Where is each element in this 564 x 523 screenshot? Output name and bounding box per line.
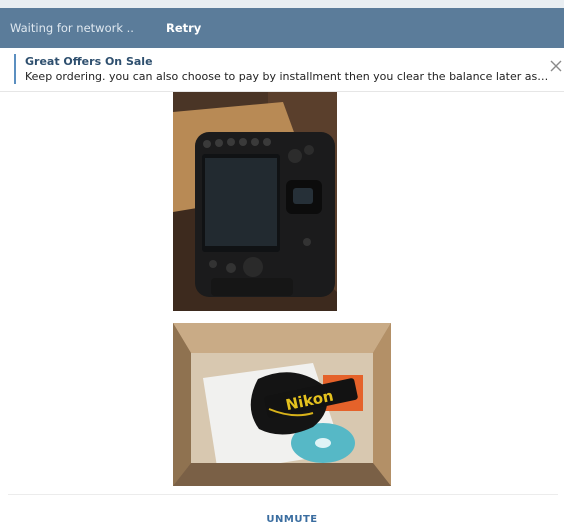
retry-button[interactable]: Retry — [166, 21, 201, 35]
composer-divider — [8, 494, 558, 495]
pinned-message[interactable]: Great Offers On Sale Keep ordering. you … — [0, 48, 564, 92]
photo-camera-back[interactable] — [173, 92, 337, 311]
network-status-text: Waiting for network .. — [10, 21, 134, 35]
photo-camera-strap-box[interactable]: Nikon — [173, 323, 391, 486]
window-top-strip — [0, 0, 564, 8]
pinned-accent-bar — [14, 54, 16, 84]
pinned-message-title: Great Offers On Sale — [25, 55, 153, 68]
network-status-bar: Waiting for network .. Retry — [0, 8, 564, 48]
close-icon[interactable] — [550, 60, 564, 76]
unmute-button[interactable]: UNMUTE — [232, 510, 352, 523]
pinned-message-text: Keep ordering. you can also choose to pa… — [25, 70, 549, 83]
